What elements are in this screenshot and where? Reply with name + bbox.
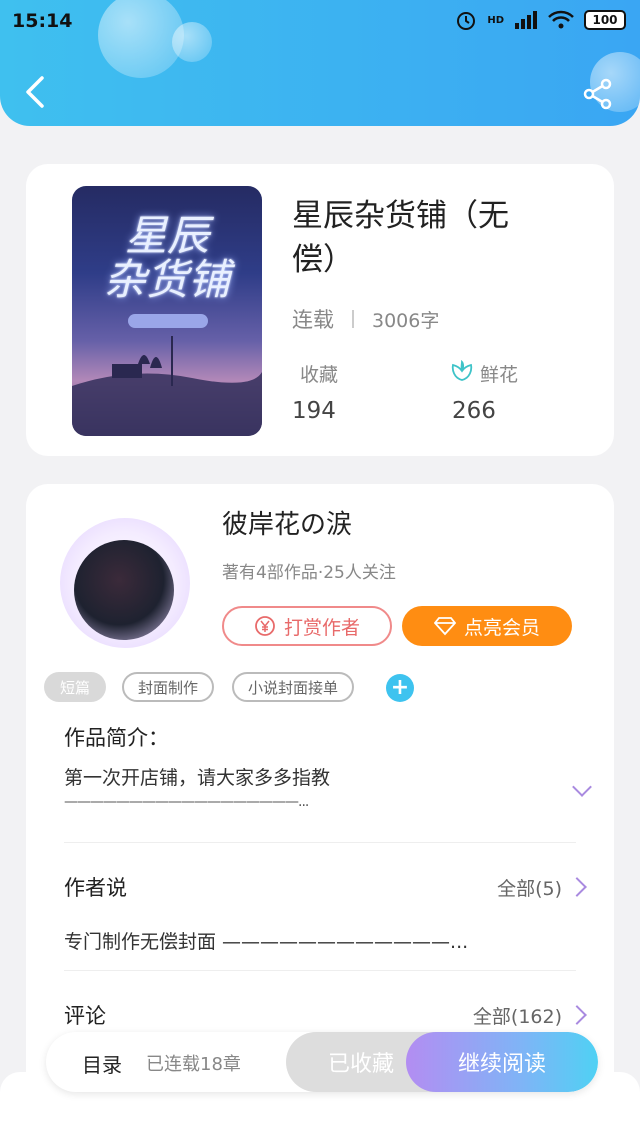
intro-line-1: 第一次开店铺，请大家多多指教 (64, 767, 331, 789)
reward-author-label: 打赏作者 (283, 616, 360, 639)
author-says-all-link[interactable]: 全部(5) (497, 874, 562, 901)
flowers-value: 266 (452, 398, 496, 424)
battery-level: 100 (592, 13, 618, 27)
reward-author-button[interactable]: 打赏作者 (222, 606, 392, 646)
tag-cover-making[interactable]: 封面制作 (122, 672, 214, 702)
author-name[interactable]: 彼岸花の涙 (222, 504, 352, 541)
add-tag-button[interactable]: + (386, 674, 414, 702)
book-status: 连载 (292, 308, 334, 332)
network-type-label: HD (487, 14, 504, 26)
divider (64, 970, 576, 971)
book-cover[interactable]: 星辰 杂货铺 (72, 186, 262, 436)
status-bar: 15:14 HD 100 (0, 0, 640, 44)
bottom-action-bar: 目录 已连载18章 已收藏 继续阅读 (46, 1032, 598, 1092)
author-card: 彼岸花の涙 著有4部作品·25人关注 打赏作者 点亮会员 短篇 封面制作 小说封… (26, 484, 614, 1104)
author-summary[interactable]: 著有4部作品·25人关注 (222, 558, 396, 583)
back-icon[interactable] (20, 74, 50, 110)
author-says-title: 作者说 (64, 876, 127, 900)
tag-novel-cover-orders[interactable]: 小说封面接单 (232, 672, 354, 702)
flowers-label: 鲜花 (480, 364, 519, 386)
cover-scenery-art (72, 336, 262, 436)
battery-icon: 100 (584, 10, 626, 30)
divider (64, 842, 576, 843)
expand-intro-chevron-icon[interactable] (572, 777, 592, 797)
comments-all-link[interactable]: 全部(162) (473, 1002, 562, 1029)
flower-icon (451, 360, 473, 381)
book-word-count: 3006字 (372, 309, 440, 332)
continue-reading-button[interactable]: 继续阅读 (406, 1032, 598, 1092)
continue-reading-label: 继续阅读 (457, 1052, 546, 1077)
yuan-coin-icon (255, 616, 275, 636)
favorites-label: 收藏 (300, 364, 339, 386)
header-bar: 15:14 HD 100 (0, 0, 640, 126)
chapters-count[interactable]: 已连载18章 (146, 1050, 241, 1076)
diamond-icon (433, 617, 456, 636)
intro-line-2: ——————————————————... (64, 794, 309, 810)
activate-vip-button[interactable]: 点亮会员 (402, 606, 572, 646)
author-avatar[interactable] (74, 540, 174, 640)
author-says-chevron-icon[interactable] (567, 877, 587, 897)
tag-label: 封面制作 (137, 678, 198, 697)
wifi-icon (548, 10, 574, 29)
book-meta: 连载 3006字 (292, 304, 439, 334)
favorites-value: 194 (292, 398, 336, 424)
favorited-label: 已收藏 (327, 1052, 394, 1077)
comments-chevron-icon[interactable] (567, 1005, 587, 1025)
intro-title: 作品简介： (64, 726, 169, 750)
meta-divider (352, 310, 354, 328)
status-icons: HD 100 (455, 9, 626, 31)
author-says-text: 专门制作无偿封面 ————————————... (64, 931, 469, 953)
status-time: 15:14 (12, 10, 73, 32)
table-of-contents-button[interactable]: 目录 (82, 1049, 122, 1078)
tag-label: 小说封面接单 (247, 678, 338, 697)
tag-short[interactable]: 短篇 (44, 672, 106, 702)
alarm-icon (457, 12, 476, 30)
tag-label: 短篇 (59, 678, 90, 697)
comments-title: 评论 (64, 1004, 106, 1028)
activate-vip-label: 点亮会员 (463, 616, 540, 639)
signal-icon (515, 11, 537, 29)
book-title: 星辰杂货铺（无偿） (292, 198, 509, 278)
share-icon[interactable] (582, 78, 614, 110)
book-info-card: 星辰 杂货铺 星辰杂货铺（无偿） 连载 3006字 收藏 194 鲜花 266 (26, 164, 614, 456)
